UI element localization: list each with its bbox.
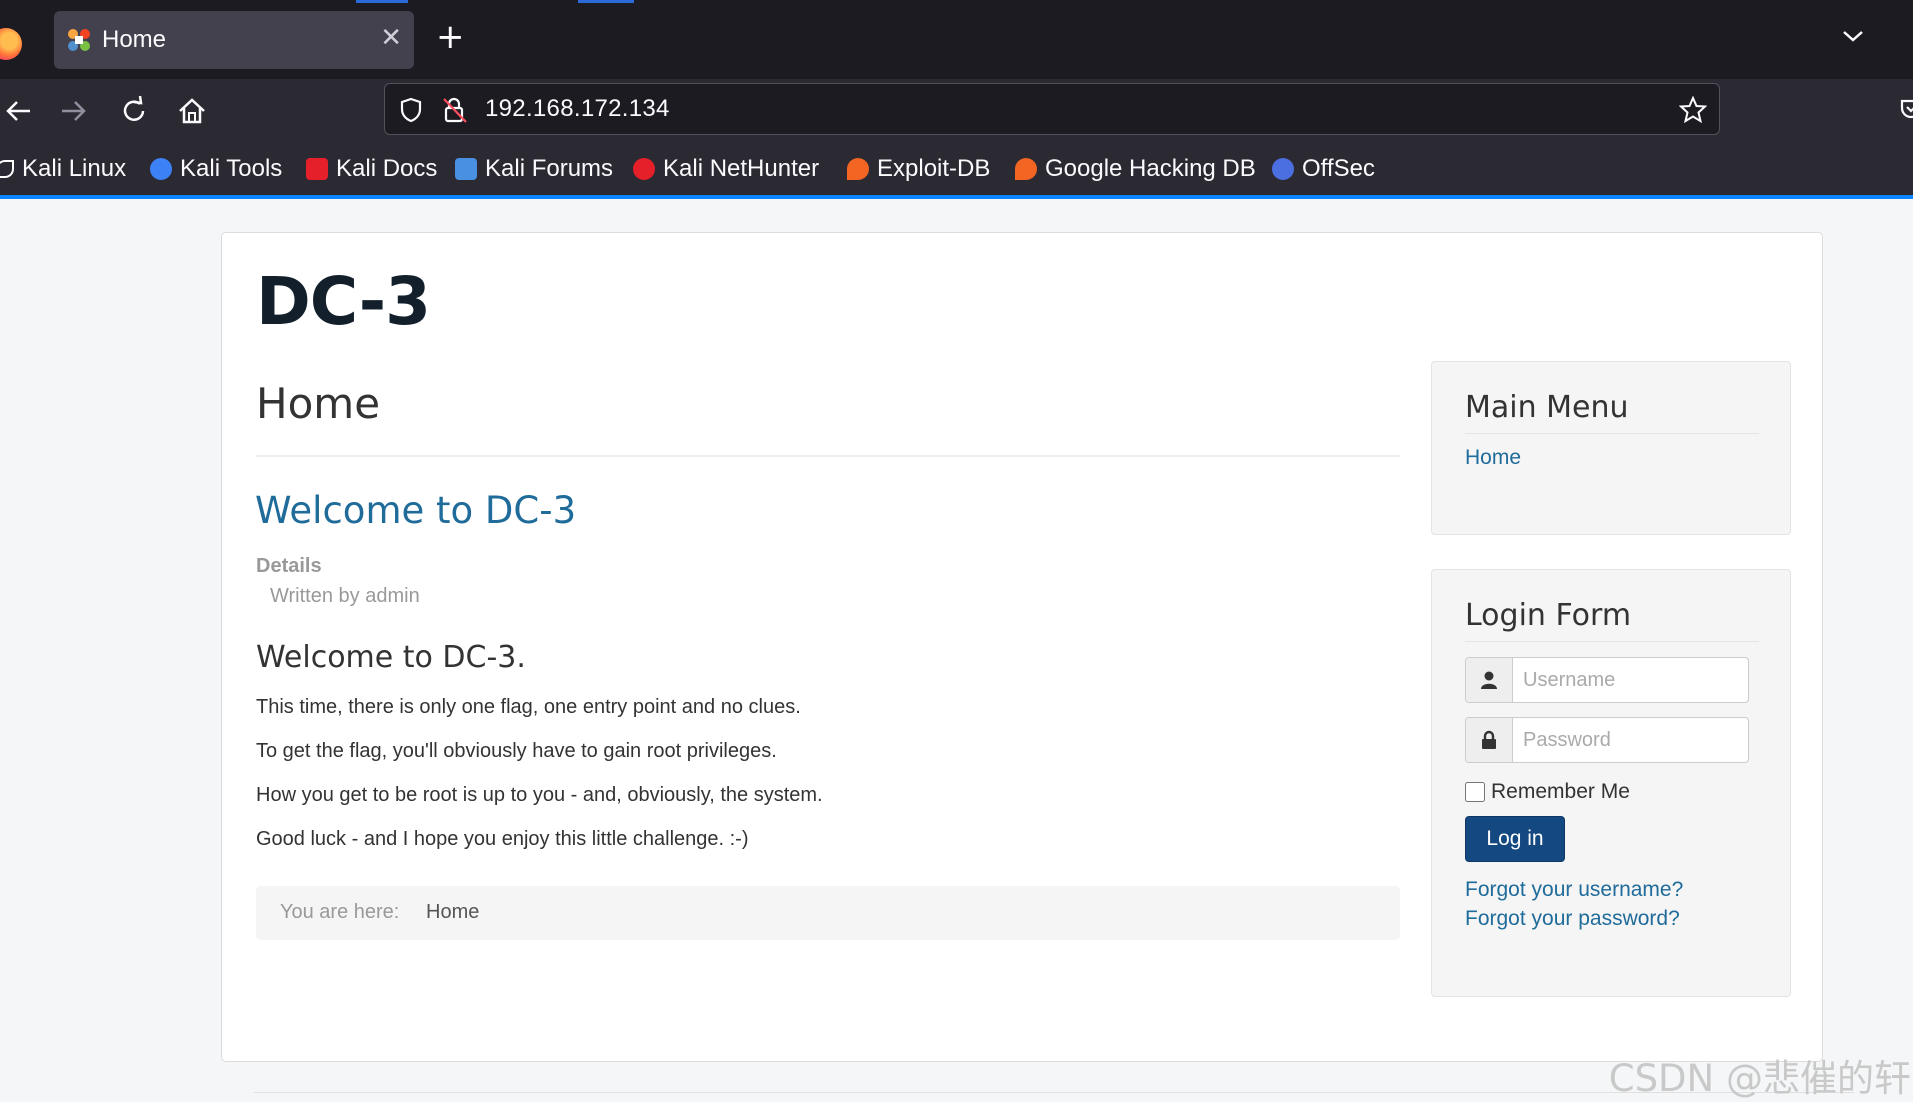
bookmark-label: Kali Linux <box>22 155 127 182</box>
address-bar[interactable]: 192.168.172.134 <box>384 83 1720 135</box>
article-author: Written by admin <box>270 585 420 607</box>
page-container: DC-3 Home Welcome to DC-3 Details Writte… <box>221 232 1823 1062</box>
bookmark-label: Kali Forums <box>485 155 614 182</box>
page-heading: Home <box>256 379 381 428</box>
bookmark-label: Exploit-DB <box>877 155 991 182</box>
joomla-favicon-icon <box>68 29 90 51</box>
bookmark-google-hacking-db[interactable]: Google Hacking DB <box>1015 155 1256 183</box>
new-tab-button[interactable]: + <box>436 20 465 54</box>
list-all-tabs-chevron-icon[interactable] <box>1841 28 1865 44</box>
main-menu-module: Main Menu Home <box>1431 361 1791 535</box>
lock-icon <box>1466 718 1513 762</box>
back-button[interactable] <box>2 95 34 127</box>
nav-bar: 192.168.172.134 <box>0 79 1913 142</box>
tab-home[interactable]: Home ✕ <box>54 11 414 69</box>
forgot-password-link[interactable]: Forgot your password? <box>1465 907 1680 931</box>
site-title[interactable]: DC-3 <box>256 263 431 340</box>
bookmark-kali-forums[interactable]: Kali Forums <box>455 155 613 183</box>
insecure-lock-icon[interactable] <box>443 97 467 123</box>
remember-me-row[interactable]: Remember Me <box>1465 780 1630 804</box>
forgot-username-link[interactable]: Forgot your username? <box>1465 878 1683 902</box>
breadcrumb: You are here: Home <box>256 886 1400 940</box>
ghdb-icon <box>1015 158 1037 180</box>
breadcrumb-current: Home <box>426 901 480 923</box>
remember-me-label[interactable]: Remember Me <box>1491 780 1630 804</box>
login-button[interactable]: Log in <box>1465 816 1565 862</box>
bookmark-kali-linux[interactable]: Kali Linux <box>0 155 126 183</box>
article-title-link[interactable]: Welcome to DC-3 <box>255 489 576 532</box>
tab-bar: Home ✕ + <box>0 0 1913 79</box>
module-divider <box>1465 641 1759 642</box>
bookmark-kali-tools[interactable]: Kali Tools <box>150 155 282 183</box>
bookmark-kali-nethunter[interactable]: Kali NetHunter <box>633 155 819 183</box>
menu-item-home[interactable]: Home <box>1465 446 1521 470</box>
bookmark-label: Kali Tools <box>180 155 283 182</box>
kali-forums-icon <box>455 158 477 180</box>
password-input[interactable] <box>1513 718 1747 762</box>
tab-title: Home <box>102 26 167 53</box>
module-divider <box>1465 433 1759 434</box>
main-menu-title: Main Menu <box>1465 390 1629 425</box>
pocket-icon[interactable] <box>1899 97 1913 121</box>
bookmark-label: OffSec <box>1302 155 1375 182</box>
url-text[interactable]: 192.168.172.134 <box>485 95 670 123</box>
user-icon <box>1466 658 1513 702</box>
tracking-protection-shield-icon[interactable] <box>399 97 423 123</box>
bookmark-label: Google Hacking DB <box>1045 155 1256 182</box>
article-subheading: Welcome to DC-3. <box>256 640 526 675</box>
article-paragraph: To get the flag, you'll obviously have t… <box>256 740 777 762</box>
exploit-db-icon <box>847 158 869 180</box>
kali-tools-icon <box>150 158 172 180</box>
article-paragraph: This time, there is only one flag, one e… <box>256 696 801 718</box>
remember-me-checkbox[interactable] <box>1465 782 1485 802</box>
offsec-icon <box>1272 158 1294 180</box>
login-form-module: Login Form Remember Me Log in Forgot you… <box>1431 569 1791 997</box>
csdn-watermark: CSDN @悲催的轩 <box>1608 1057 1911 1100</box>
bookmark-kali-docs[interactable]: Kali Docs <box>306 155 437 183</box>
kali-dragon-icon <box>0 160 14 178</box>
firefox-logo-icon <box>0 28 22 60</box>
article-details-label: Details <box>256 555 322 577</box>
kali-docs-icon <box>306 158 328 180</box>
username-input[interactable] <box>1513 658 1747 702</box>
home-button[interactable] <box>176 95 208 127</box>
bookmark-label: Kali NetHunter <box>663 155 820 182</box>
breadcrumb-label: You are here: <box>280 901 400 923</box>
password-field-group <box>1465 717 1749 763</box>
bookmarks-toolbar: Kali Linux Kali Tools Kali Docs Kali For… <box>0 142 1913 199</box>
window-stripe <box>578 0 634 3</box>
window-stripe <box>356 0 408 3</box>
article-paragraph: How you get to be root is up to you - an… <box>256 784 823 806</box>
tab-close-icon[interactable]: ✕ <box>380 23 402 53</box>
username-field-group <box>1465 657 1749 703</box>
login-form-title: Login Form <box>1465 598 1632 633</box>
heading-divider <box>256 455 1400 457</box>
article-paragraph: Good luck - and I hope you enjoy this li… <box>256 828 749 850</box>
bookmark-label: Kali Docs <box>336 155 438 182</box>
bookmark-offsec[interactable]: OffSec <box>1272 155 1375 183</box>
bookmark-exploit-db[interactable]: Exploit-DB <box>847 155 990 183</box>
reload-button[interactable] <box>118 95 150 127</box>
bookmark-star-icon[interactable] <box>1679 96 1707 124</box>
forward-button[interactable] <box>58 95 90 127</box>
kali-nethunter-icon <box>633 158 655 180</box>
